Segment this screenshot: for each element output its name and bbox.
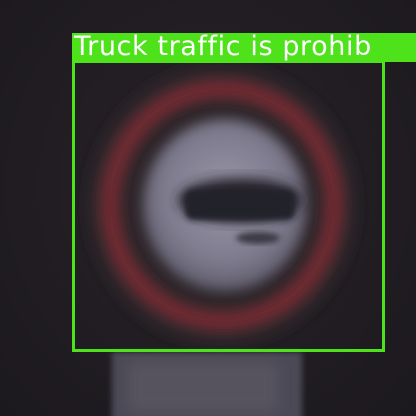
supplementary-plate-inner [128, 362, 278, 412]
detection-label-background: Truck traffic is prohib [72, 33, 416, 62]
detection-label: Truck traffic is prohib [74, 33, 372, 62]
photo-scene: Truck traffic is prohib [0, 0, 416, 416]
detection-bounding-box [72, 60, 385, 352]
